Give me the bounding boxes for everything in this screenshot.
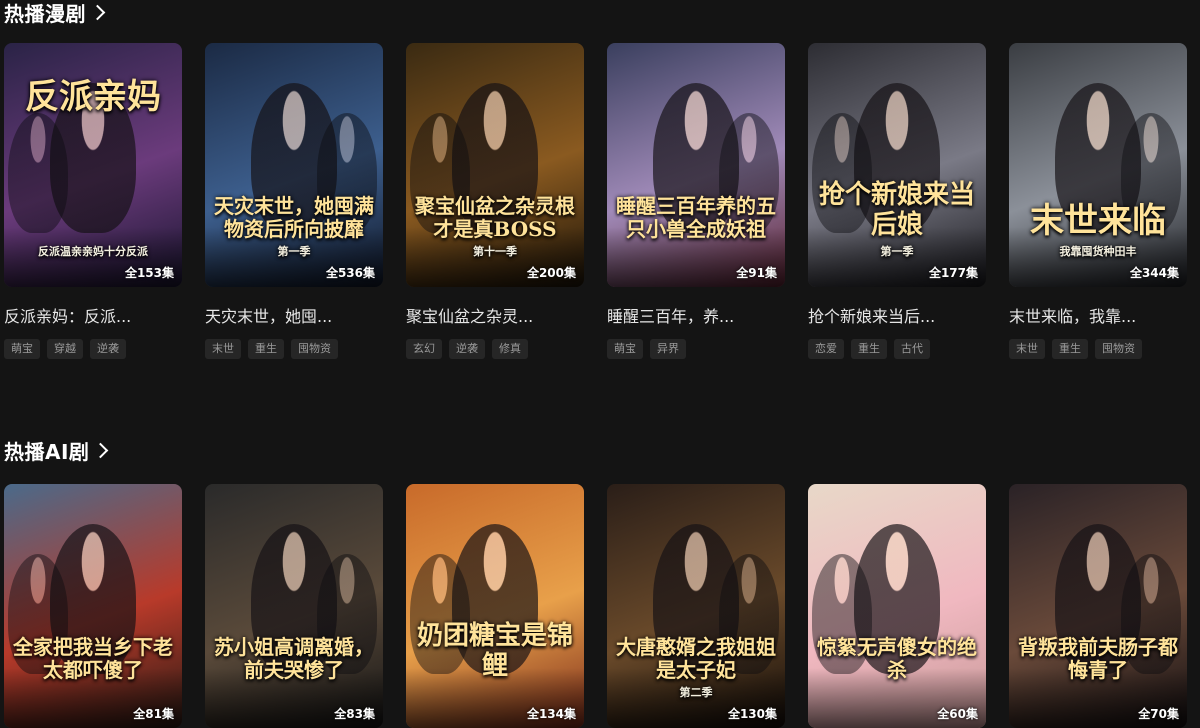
episode-count: 全91集 <box>736 266 777 280</box>
poster-title-text: 背叛我前夫肠子都悔青了 <box>1018 635 1178 682</box>
poster-image[interactable]: 反派亲妈反派温亲亲妈十分反派全153集 <box>4 43 182 287</box>
poster-title-text: 大唐憨婿之我姐姐是太子妃 <box>616 635 776 682</box>
poster-title-text: 全家把我当乡下老太都吓傻了 <box>13 635 173 682</box>
poster-image[interactable]: 睡醒三百年养的五只小兽全成妖祖全91集 <box>607 43 785 287</box>
card-title[interactable]: 反派亲妈：反派... <box>4 303 182 327</box>
card-title[interactable]: 聚宝仙盆之杂灵... <box>406 303 584 327</box>
card-list: 全家把我当乡下老太都吓傻了 全81集 苏小姐高调离婚，前夫哭惨了 全83集 奶团糖宝是锦… <box>4 484 1187 728</box>
genre-tag[interactable]: 逆袭 <box>90 339 126 359</box>
poster-title-text: 末世来临 <box>1030 200 1166 241</box>
poster-image[interactable]: 末世来临我靠囤货种田丰全344集 <box>1009 43 1187 287</box>
poster-image[interactable]: 奶团糖宝是锦鲤全134集 <box>406 484 584 728</box>
genre-tag[interactable]: 末世 <box>205 339 241 359</box>
genre-tag[interactable]: 恋爱 <box>808 339 844 359</box>
genre-tag[interactable]: 异界 <box>650 339 686 359</box>
episode-count: 全344集 <box>1129 266 1179 280</box>
genre-tag[interactable]: 玄幻 <box>406 339 442 359</box>
tag-list: 萌宝 异界 <box>607 339 785 359</box>
genre-tag[interactable]: 囤物资 <box>1095 339 1142 359</box>
genre-tag[interactable]: 重生 <box>1052 339 1088 359</box>
section-title: 热播漫剧 <box>4 1 86 26</box>
poster-subtitle-text: 第一季 <box>277 245 311 259</box>
genre-tag[interactable]: 重生 <box>248 339 284 359</box>
genre-tag[interactable]: 萌宝 <box>607 339 643 359</box>
genre-tag[interactable]: 重生 <box>851 339 887 359</box>
poster-subtitle-text: 第二季 <box>679 686 713 700</box>
drama-card[interactable]: 背叛我前夫肠子都悔青了全70集 <box>1009 484 1187 728</box>
episode-count: 全130集 <box>727 707 777 721</box>
drama-card[interactable]: 反派亲妈反派温亲亲妈十分反派全153集反派亲妈：反派... 萌宝 穿越 逆袭 <box>4 43 182 359</box>
tag-list: 末世 重生 囤物资 <box>205 339 383 359</box>
poster-subtitle-text: 我靠囤货种田丰 <box>1059 245 1137 259</box>
drama-card[interactable]: 奶团糖宝是锦鲤全134集 <box>406 484 584 728</box>
poster-title-text: 聚宝仙盆之杂灵根才是真BOSS <box>415 194 575 241</box>
episode-count: 全134集 <box>526 707 576 721</box>
section-hot-ai-dramas: 热播AI剧 全家把我当乡下老太都吓傻了 全81集 苏小姐高调离婚，前夫哭惨了 全83集… <box>0 438 1200 728</box>
chevron-right-icon <box>93 442 109 458</box>
card-title[interactable]: 天灾末世，她囤... <box>205 303 383 327</box>
episode-count: 全83集 <box>334 707 375 721</box>
chevron-right-icon <box>89 4 106 20</box>
genre-tag[interactable]: 囤物资 <box>291 339 338 359</box>
episode-count: 全153集 <box>124 266 174 280</box>
tag-list: 恋爱 重生 古代 <box>808 339 986 359</box>
poster-title-text: 反派亲妈 <box>25 76 161 117</box>
drama-card[interactable]: 末世来临我靠囤货种田丰全344集末世来临，我靠... 末世 重生 囤物资 <box>1009 43 1187 359</box>
poster-title-text: 抢个新娘来当后娘 <box>818 180 975 241</box>
poster-title-text: 天灾末世，她囤满物资后所向披靡 <box>214 194 374 241</box>
poster-title-text: 睡醒三百年养的五只小兽全成妖祖 <box>616 194 776 241</box>
genre-tag[interactable]: 修真 <box>492 339 528 359</box>
character-figure <box>8 113 68 233</box>
card-list: 反派亲妈 反派温亲亲妈十分反派 全153集 反派亲妈：反派... 萌宝 穿越 逆袭 天灾末世，… <box>4 43 1187 359</box>
card-title[interactable]: 睡醒三百年，养... <box>607 303 785 327</box>
episode-count: 全200集 <box>526 266 576 280</box>
drama-card[interactable]: 惊絮无声傻女的绝杀全60集 <box>808 484 986 728</box>
poster-title-text: 奶团糖宝是锦鲤 <box>416 621 573 682</box>
tag-list: 玄幻 逆袭 修真 <box>406 339 584 359</box>
drama-card[interactable]: 睡醒三百年养的五只小兽全成妖祖全91集睡醒三百年，养... 萌宝 异界 <box>607 43 785 359</box>
card-title[interactable]: 末世来临，我靠... <box>1009 303 1187 327</box>
poster-image[interactable]: 抢个新娘来当后娘第一季 全177集 <box>808 43 986 287</box>
genre-tag[interactable]: 逆袭 <box>449 339 485 359</box>
genre-tag[interactable]: 穿越 <box>47 339 83 359</box>
card-title[interactable]: 抢个新娘来当后... <box>808 303 986 327</box>
poster-subtitle-text: 反派温亲亲妈十分反派 <box>38 245 148 259</box>
poster-image[interactable]: 全家把我当乡下老太都吓傻了全81集 <box>4 484 182 728</box>
section-title: 热播AI剧 <box>4 439 90 464</box>
genre-tag[interactable]: 末世 <box>1009 339 1045 359</box>
genre-tag[interactable]: 古代 <box>894 339 930 359</box>
section-hot-comics: 热播漫剧 反派亲妈 反派温亲亲妈十分反派 全153集 反派亲妈：反派... 萌宝 穿越 逆袭… <box>0 0 1200 359</box>
poster-image[interactable]: 聚宝仙盆之杂灵根才是真BOSS 第十一季 全200集 <box>406 43 584 287</box>
episode-count: 全60集 <box>937 707 978 721</box>
genre-tag[interactable]: 萌宝 <box>4 339 40 359</box>
section-header-hot-comics[interactable]: 热播漫剧 <box>0 0 1200 26</box>
episode-count: 全536集 <box>325 266 375 280</box>
poster-subtitle-text: 第十一季 <box>473 245 517 259</box>
poster-image[interactable]: 苏小姐高调离婚，前夫哭惨了全83集 <box>205 484 383 728</box>
poster-image[interactable]: 天灾末世，她囤满物资后所向披靡第一季 全536集 <box>205 43 383 287</box>
poster-image[interactable]: 大唐憨婿之我姐姐是太子妃第二季 全130集 <box>607 484 785 728</box>
drama-card[interactable]: 聚宝仙盆之杂灵根才是真BOSS 第十一季 全200集聚宝仙盆之杂灵... 玄幻 逆袭 修真 <box>406 43 584 359</box>
episode-count: 全81集 <box>133 707 174 721</box>
episode-count: 全70集 <box>1138 707 1179 721</box>
tag-list: 萌宝 穿越 逆袭 <box>4 339 182 359</box>
poster-title-text: 惊絮无声傻女的绝杀 <box>817 635 977 682</box>
drama-card[interactable]: 苏小姐高调离婚，前夫哭惨了全83集 <box>205 484 383 728</box>
section-header-hot-ai-dramas[interactable]: 热播AI剧 <box>0 438 1200 464</box>
poster-subtitle-text: 第一季 <box>880 245 914 259</box>
drama-card[interactable]: 全家把我当乡下老太都吓傻了全81集 <box>4 484 182 728</box>
poster-image[interactable]: 背叛我前夫肠子都悔青了全70集 <box>1009 484 1187 728</box>
poster-image[interactable]: 惊絮无声傻女的绝杀全60集 <box>808 484 986 728</box>
episode-count: 全177集 <box>928 266 978 280</box>
drama-card[interactable]: 天灾末世，她囤满物资后所向披靡第一季 全536集天灾末世，她囤... 末世 重生 囤物资 <box>205 43 383 359</box>
drama-card[interactable]: 抢个新娘来当后娘第一季 全177集抢个新娘来当后... 恋爱 重生 古代 <box>808 43 986 359</box>
drama-card[interactable]: 大唐憨婿之我姐姐是太子妃第二季 全130集 <box>607 484 785 728</box>
tag-list: 末世 重生 囤物资 <box>1009 339 1187 359</box>
poster-title-text: 苏小姐高调离婚，前夫哭惨了 <box>214 635 374 682</box>
